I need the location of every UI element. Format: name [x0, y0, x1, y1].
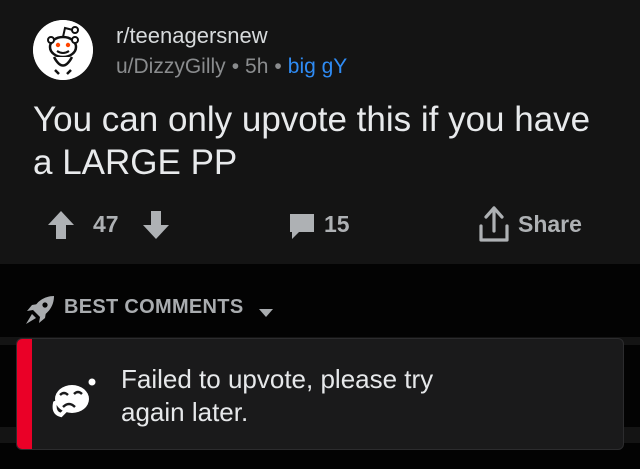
post-card: r/teenagersnew u/DizzyGilly • 5h • big gY Yo…	[0, 0, 640, 264]
subreddit-name[interactable]: r/teenagersnew	[116, 22, 268, 50]
subreddit-avatar-icon[interactable]	[33, 20, 93, 80]
error-toast: Failed to upvote, please try again later…	[16, 338, 624, 450]
toast-error-bar	[17, 339, 32, 449]
author-link[interactable]: u/DizzyGilly	[116, 55, 226, 78]
post-meta: u/DizzyGilly • 5h • big gY	[116, 53, 347, 81]
downvote-arrow-icon[interactable]	[141, 209, 171, 246]
user-flair[interactable]: big gY	[288, 55, 348, 78]
comment-count[interactable]: 15	[324, 211, 350, 238]
share-button[interactable]: Share	[518, 211, 582, 238]
rocket-icon	[24, 294, 56, 331]
meta-separator: •	[231, 55, 240, 78]
meta-separator: •	[274, 55, 282, 78]
comment-icon[interactable]	[287, 211, 317, 246]
sad-snoo-icon	[51, 373, 99, 424]
chevron-down-icon[interactable]	[258, 305, 274, 323]
vote-count: 47	[93, 211, 119, 237]
post-title[interactable]: You can only upvote this if you have a L…	[33, 98, 613, 184]
post-action-bar: 47 15 Share	[0, 205, 640, 247]
toast-message: Failed to upvote, please try again later…	[121, 364, 434, 427]
comment-sort-label[interactable]: BEST COMMENTS	[64, 296, 243, 319]
post-age: 5h	[245, 55, 269, 78]
share-icon[interactable]	[477, 206, 511, 249]
upvote-arrow-icon[interactable]	[46, 209, 76, 246]
